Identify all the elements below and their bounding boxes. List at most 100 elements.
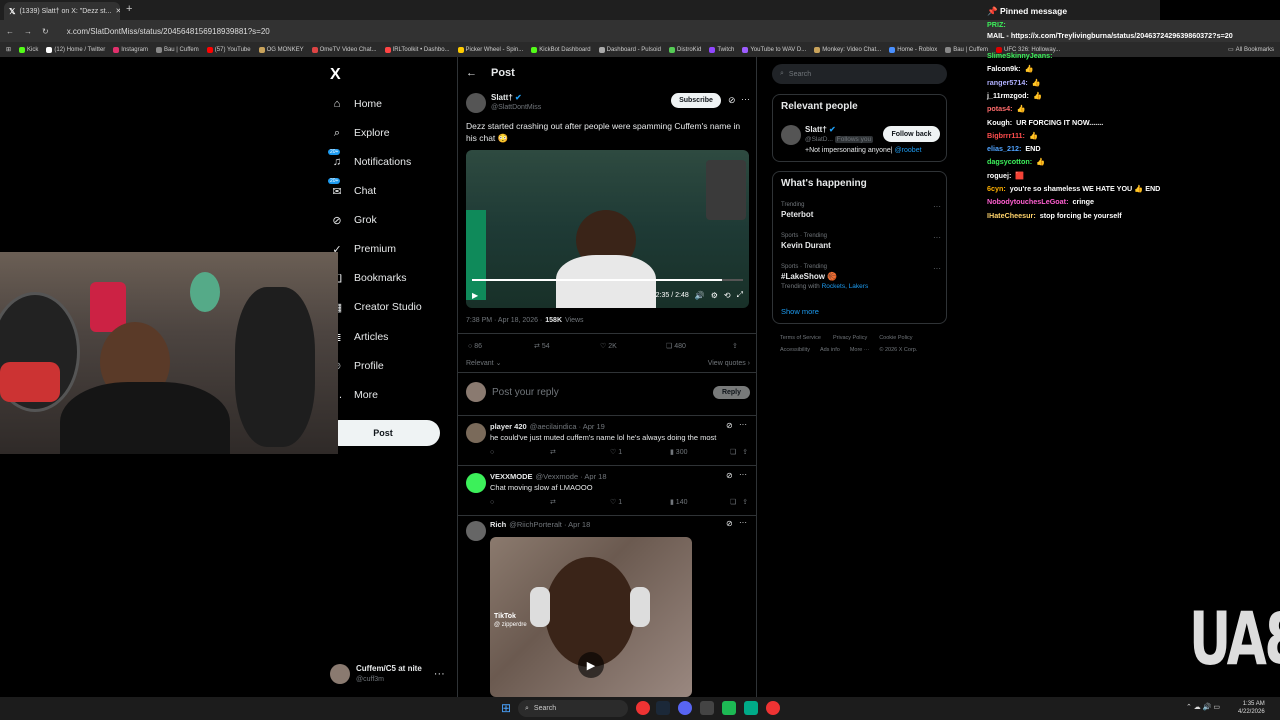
- views-action[interactable]: ▮ 300: [670, 448, 730, 456]
- bio-link[interactable]: @roobet: [895, 147, 922, 154]
- author-name[interactable]: Slatt†: [491, 93, 513, 102]
- loop-icon[interactable]: ⟲: [724, 291, 731, 300]
- footer-link[interactable]: Cookie Policy: [879, 335, 912, 341]
- footer-link[interactable]: Privacy Policy: [833, 335, 867, 341]
- nav-home[interactable]: ⌂ Home: [330, 97, 382, 111]
- bookmark-item[interactable]: OmeTV Video Chat...: [311, 46, 377, 53]
- share-icon[interactable]: ⇪: [732, 342, 738, 350]
- nav-chat[interactable]: ✉ 20+ Chat: [328, 178, 376, 198]
- obs-icon[interactable]: [700, 701, 714, 715]
- fullscreen-icon[interactable]: ⤢: [737, 290, 743, 300]
- like-action[interactable]: ♡ 1: [610, 448, 670, 456]
- back-arrow-icon[interactable]: ←: [466, 67, 477, 79]
- account-switcher[interactable]: Cuffem/C5 at nite @cuff3m ···: [330, 662, 450, 686]
- nav-articles[interactable]: ≣Articles: [330, 330, 388, 344]
- windows-start-icon[interactable]: ⊞: [501, 701, 511, 715]
- bookmark-item[interactable]: Dashboard - Pulsoid: [598, 46, 661, 53]
- settings-icon[interactable]: ⚙: [711, 291, 718, 300]
- repost-icon[interactable]: ⇄: [550, 448, 610, 456]
- reply-author[interactable]: VEXXMODE: [490, 472, 533, 481]
- follow-back-button[interactable]: Follow back: [883, 126, 940, 142]
- forward-icon[interactable]: →: [24, 27, 32, 36]
- person-name[interactable]: Slatt†: [805, 125, 827, 134]
- tab-close-icon[interactable]: ✕: [115, 7, 120, 15]
- more-dots-icon[interactable]: ···: [739, 420, 747, 429]
- chrome-icon[interactable]: [766, 701, 780, 715]
- share-icon[interactable]: ⇪: [742, 448, 748, 456]
- nav-explore[interactable]: ⌕ Explore: [330, 126, 390, 140]
- url-input[interactable]: x.com/SlatDontMiss/status/20456481569189…: [67, 27, 270, 36]
- reply-item[interactable]: player 420 @aecilaindica · Apr 19 ⊘ ··· …: [458, 415, 757, 465]
- like-action[interactable]: ♡ 1: [610, 498, 670, 506]
- footer-link[interactable]: More ···: [850, 347, 870, 353]
- trend-item[interactable]: Trending Peterbot ···: [781, 202, 941, 219]
- relevant-sort[interactable]: Relevant ⌄: [466, 359, 501, 367]
- subscribe-button[interactable]: Subscribe: [671, 93, 721, 108]
- apps-icon[interactable]: ⊞: [6, 46, 11, 53]
- bookmark-icon[interactable]: ❏: [730, 448, 736, 456]
- bookmark-icon[interactable]: ❏: [730, 498, 736, 506]
- bookmark-item[interactable]: Instagram: [113, 46, 148, 53]
- bookmark-item[interactable]: Picker Wheel - Spin...: [457, 46, 523, 53]
- nav-profile[interactable]: ☺Profile: [330, 359, 383, 373]
- grok-icon[interactable]: ⊘: [726, 471, 733, 480]
- nav-premium[interactable]: ✓ Premium: [330, 242, 396, 256]
- volume-icon[interactable]: 🔊: [695, 291, 705, 300]
- browser-tab[interactable]: 𝕏 (1339) Slatt† on X: "Dezz st... ✕: [4, 2, 120, 20]
- reply-video[interactable]: TikTok @ zipperdre ▶: [490, 537, 692, 697]
- reply-author[interactable]: player 420: [490, 422, 527, 431]
- discord-icon[interactable]: [678, 701, 692, 715]
- reply-action[interactable]: ○ 86: [468, 343, 534, 350]
- bookmark-item[interactable]: (57) YouTube: [206, 46, 251, 53]
- avatar[interactable]: [781, 125, 801, 145]
- bookmark-item[interactable]: OG MONKEY: [258, 46, 304, 53]
- nav-notifications[interactable]: ♫ 20+ Notifications: [328, 149, 411, 169]
- reply-icon[interactable]: ○: [490, 499, 550, 506]
- author-handle[interactable]: @SlattDontMiss: [491, 103, 541, 113]
- bookmark-action[interactable]: ❏ 480: [666, 342, 732, 350]
- more-dots-icon[interactable]: ···: [933, 264, 941, 273]
- bookmark-item[interactable]: Bau | Cuffem: [155, 46, 199, 53]
- video-progress-track[interactable]: [472, 279, 743, 281]
- bookmark-item[interactable]: DistroKid: [668, 46, 701, 53]
- x-logo[interactable]: X: [330, 66, 341, 84]
- more-dots-icon[interactable]: ···: [741, 94, 750, 104]
- taskbar-search[interactable]: ⌕ Search: [518, 700, 628, 717]
- views-action[interactable]: ▮ 140: [670, 498, 730, 506]
- view-quotes-link[interactable]: View quotes ›: [708, 360, 750, 367]
- bookmark-item[interactable]: IRLToolkit • Dashbo...: [384, 46, 450, 53]
- bookmark-item[interactable]: YouTube to WAV D...: [742, 46, 806, 53]
- app-icon[interactable]: [744, 701, 758, 715]
- nav-bookmarks[interactable]: ❏Bookmarks: [330, 271, 406, 285]
- post-video[interactable]: ▶ 2:35 / 2:48 🔊 ⚙ ⟲ ⤢: [466, 150, 749, 308]
- reply-button[interactable]: Reply: [712, 385, 750, 399]
- grok-icon[interactable]: ⊘: [728, 95, 736, 106]
- repost-icon[interactable]: ⇄: [550, 498, 610, 506]
- like-action[interactable]: ♡ 2K: [600, 342, 666, 350]
- author-avatar[interactable]: [466, 93, 486, 113]
- play-icon[interactable]: ▶: [578, 652, 604, 678]
- reply-item[interactable]: Rich @RiichPorteralt · Apr 18 ⊘ ··· TikT…: [458, 515, 757, 697]
- chrome-icon[interactable]: [636, 701, 650, 715]
- tray-icons[interactable]: ⌃ ☁ 🔊 ▭: [1186, 703, 1220, 711]
- steam-icon[interactable]: [656, 701, 670, 715]
- more-dots-icon[interactable]: ···: [933, 202, 941, 211]
- post-timestamp[interactable]: 7:38 PM · Apr 18, 2026 ·: [466, 317, 542, 324]
- repost-action[interactable]: ⇄ 54: [534, 342, 600, 350]
- grok-icon[interactable]: ⊘: [726, 421, 733, 430]
- footer-link[interactable]: Terms of Service: [780, 335, 821, 341]
- bookmark-item[interactable]: Twitch: [709, 46, 734, 53]
- reply-input[interactable]: Post your reply: [492, 387, 559, 398]
- reply-item[interactable]: VEXXMODE @Vexxmode · Apr 18 ⊘ ··· Chat m…: [458, 465, 757, 515]
- trend-item[interactable]: Sports · Trending Kevin Durant ···: [781, 233, 941, 250]
- grok-icon[interactable]: ⊘: [726, 519, 733, 528]
- nav-grok[interactable]: ⊘ Grok: [330, 213, 376, 227]
- more-dots-icon[interactable]: ···: [933, 233, 941, 242]
- bookmark-item[interactable]: KickBot Dashboard: [531, 46, 591, 53]
- footer-link[interactable]: Accessibility: [780, 347, 810, 353]
- back-icon[interactable]: ←: [6, 27, 14, 36]
- app-icon[interactable]: [722, 701, 736, 715]
- search-input[interactable]: ⌕ Search: [772, 64, 947, 84]
- bookmark-item[interactable]: Home - Roblox: [889, 46, 937, 53]
- reply-author[interactable]: Rich: [490, 520, 506, 529]
